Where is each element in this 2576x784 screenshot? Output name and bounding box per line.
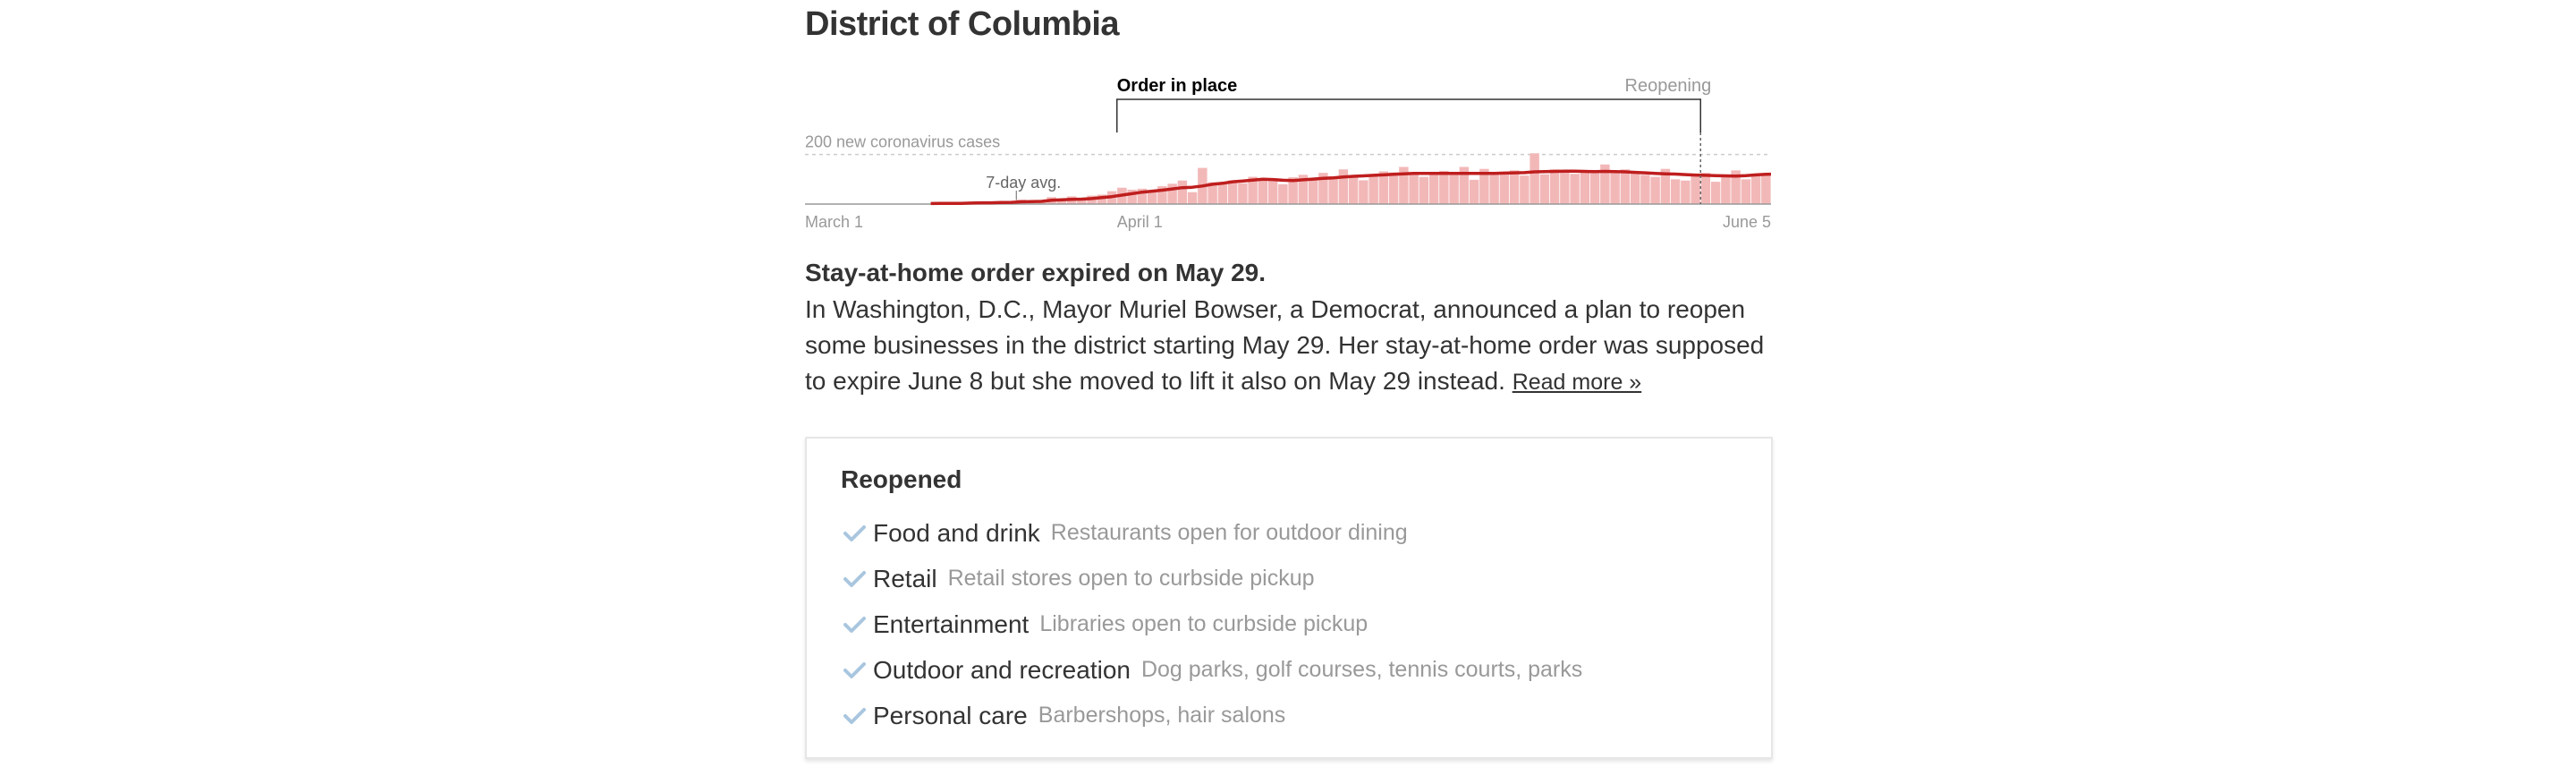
case-bar xyxy=(1509,170,1520,204)
case-bar xyxy=(1710,182,1721,204)
read-more-link[interactable]: Read more » xyxy=(1513,370,1642,395)
reopened-item: Retail Retail stores open to curbside pic… xyxy=(841,556,1582,601)
reopened-item: Entertainment Libraries open to curbside … xyxy=(841,601,1582,647)
case-bar xyxy=(1227,180,1238,204)
item-detail: Barbershops, hair salons xyxy=(1038,703,1286,728)
reopened-box: Reopened Food and drink Restaurants open … xyxy=(805,437,1773,759)
case-bar xyxy=(1359,180,1368,204)
case-bar xyxy=(1147,192,1157,204)
reopened-item: Food and drink Restaurants open for outdo… xyxy=(841,510,1582,556)
case-bar xyxy=(1690,176,1700,204)
check-icon xyxy=(843,661,866,678)
case-bar xyxy=(1308,179,1318,204)
x-tick-label: June 5 xyxy=(1723,213,1771,231)
item-detail: Libraries open to curbside pickup xyxy=(1039,611,1368,636)
item-detail: Dog parks, golf courses, tennis courts, … xyxy=(1140,657,1583,682)
case-bar xyxy=(1620,169,1631,204)
case-bar xyxy=(1681,180,1690,204)
case-bar xyxy=(1419,176,1429,204)
case-bar xyxy=(1610,170,1620,204)
case-bar xyxy=(1499,173,1510,204)
case-bar xyxy=(1721,174,1731,204)
summary-body: In Washington, D.C., Mayor Muriel Bowser… xyxy=(805,292,1771,400)
case-bar xyxy=(1348,175,1359,204)
case-bar xyxy=(1761,175,1771,204)
case-bar xyxy=(1388,172,1399,204)
case-bar xyxy=(1368,174,1378,204)
state-title: District of Columbia xyxy=(805,5,1120,43)
case-bar xyxy=(1278,183,1288,204)
case-bar xyxy=(1328,176,1338,204)
case-bar xyxy=(1580,170,1590,204)
case-bar xyxy=(1570,174,1580,204)
case-bar xyxy=(1177,180,1188,204)
case-bar xyxy=(1439,170,1449,204)
cases-chart: 200 new coronavirus cases 7-day avg. Order… xyxy=(805,76,1771,231)
check-icon xyxy=(843,524,866,541)
case-bar xyxy=(1449,173,1459,204)
case-bar xyxy=(1700,173,1711,204)
order-bracket xyxy=(1116,98,1701,132)
item-category: Entertainment xyxy=(873,609,1030,638)
check-icon xyxy=(843,707,866,724)
reopened-title: Reopened xyxy=(841,465,962,493)
case-bar xyxy=(1167,183,1177,204)
item-category: Retail xyxy=(873,564,937,592)
item-category: Personal care xyxy=(873,701,1028,729)
reopened-list: Food and drink Restaurants open for outdo… xyxy=(841,510,1582,738)
reopening-label: Reopening xyxy=(1625,76,1712,96)
case-bar xyxy=(1469,179,1479,204)
case-bar xyxy=(1530,153,1539,204)
reference-line-label: 200 new coronavirus cases xyxy=(805,133,1000,151)
case-bar xyxy=(1630,173,1640,204)
order-label: Order in place xyxy=(1117,76,1238,96)
item-detail: Retail stores open to curbside pickup xyxy=(947,566,1315,591)
case-bar xyxy=(1267,180,1278,204)
case-bar xyxy=(1258,179,1268,204)
case-bar xyxy=(1338,169,1349,204)
case-bar xyxy=(1520,175,1530,204)
case-bar xyxy=(1549,169,1560,204)
x-tick-label: March 1 xyxy=(805,213,863,231)
check-icon xyxy=(843,616,866,633)
case-bar xyxy=(1589,172,1600,204)
case-bar xyxy=(1428,175,1439,204)
reopened-item: Outdoor and recreation Dog parks, golf co… xyxy=(841,647,1582,693)
case-bar xyxy=(1187,192,1198,204)
x-tick-label: April 1 xyxy=(1117,213,1163,231)
case-bar xyxy=(1409,174,1419,204)
reopened-item: Personal care Barbershops, hair salons xyxy=(841,693,1582,738)
item-detail: Restaurants open for outdoor dining xyxy=(1050,520,1408,545)
case-bar xyxy=(1489,172,1499,204)
case-bar xyxy=(1741,179,1751,204)
summary: Stay-at-home order expired on May 29. In… xyxy=(805,258,1771,400)
item-category: Outdoor and recreation xyxy=(873,655,1131,684)
case-bar xyxy=(1238,183,1248,204)
case-bar xyxy=(1750,174,1761,204)
case-bar xyxy=(1217,183,1228,204)
case-bar xyxy=(1650,176,1660,204)
item-category: Food and drink xyxy=(873,518,1040,547)
case-bar xyxy=(1539,174,1550,204)
case-bar xyxy=(1670,179,1681,204)
check-icon xyxy=(843,570,866,587)
case-bar xyxy=(1560,172,1570,204)
summary-headline: Stay-at-home order expired on May 29. xyxy=(805,259,1267,286)
case-bar xyxy=(1640,175,1650,204)
avg-label: 7-day avg. xyxy=(986,174,1061,192)
